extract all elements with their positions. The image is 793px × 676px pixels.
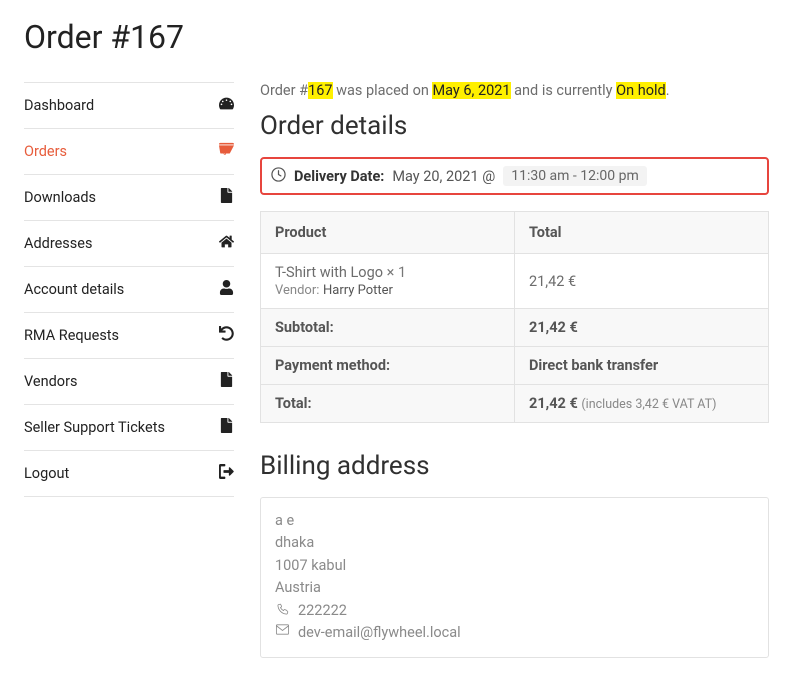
nav-label: Vendors — [24, 373, 77, 390]
billing-heading: Billing address — [260, 451, 769, 481]
nav-label: Addresses — [24, 235, 92, 252]
file-icon — [218, 372, 234, 391]
table-row: Payment method: Direct bank transfer — [261, 347, 769, 385]
table-row: Total: 21,42 € (includes 3,42 € VAT AT) — [261, 385, 769, 423]
nav-item-dashboard[interactable]: Dashboard — [24, 82, 234, 129]
cart-icon — [218, 142, 234, 161]
clock-icon — [271, 167, 286, 186]
nav-item-logout[interactable]: Logout — [24, 451, 234, 497]
billing-phone: 222222 — [298, 600, 347, 622]
billing-city: dhaka — [275, 532, 754, 554]
order-date-highlight: May 6, 2021 — [432, 82, 510, 99]
total-value: 21,42 € — [529, 395, 578, 412]
row-value: 21,42 € (includes 3,42 € VAT AT) — [515, 385, 769, 423]
billing-country: Austria — [275, 577, 754, 599]
file-icon — [218, 418, 234, 437]
phone-icon — [275, 600, 290, 622]
billing-email: dev-email@flywheel.local — [298, 622, 461, 644]
nav-item-account-details[interactable]: Account details — [24, 267, 234, 313]
status-text: was placed on — [333, 82, 433, 99]
nav-item-orders[interactable]: Orders — [24, 129, 234, 175]
row-value: Direct bank transfer — [515, 347, 769, 385]
billing-postal: 1007 kabul — [275, 555, 754, 577]
dashboard-icon — [218, 96, 234, 115]
col-product: Product — [261, 212, 515, 254]
logout-icon — [218, 464, 234, 483]
product-quantity: × 1 — [387, 264, 406, 281]
nav-label: Account details — [24, 281, 124, 298]
col-total: Total — [515, 212, 769, 254]
delivery-time: 11:30 am - 12:00 pm — [503, 166, 647, 186]
delivery-date-box: Delivery Date: May 20, 2021 @ 11:30 am -… — [260, 157, 769, 195]
vendor-name: Harry Potter — [323, 283, 393, 298]
row-label: Total: — [261, 385, 515, 423]
page-title: Order #167 — [24, 18, 769, 56]
account-nav: Dashboard Orders Downloads Addresses — [24, 82, 234, 658]
status-suffix: . — [666, 82, 670, 99]
delivery-label: Delivery Date: — [294, 168, 384, 185]
nav-label: Dashboard — [24, 97, 94, 114]
nav-label: Orders — [24, 143, 67, 160]
nav-label: Seller Support Tickets — [24, 419, 165, 436]
billing-address-box: a e dhaka 1007 kabul Austria 222222 dev-… — [260, 497, 769, 658]
vat-note: (includes 3,42 € VAT AT) — [581, 397, 716, 412]
user-icon — [218, 280, 234, 299]
home-icon — [218, 234, 234, 253]
nav-label: Downloads — [24, 189, 96, 206]
status-prefix: Order # — [260, 82, 308, 99]
nav-label: RMA Requests — [24, 327, 119, 344]
order-table: Product Total T-Shirt with Logo × 1 Vend… — [260, 211, 769, 423]
vendor-label: Vendor: — [275, 283, 319, 298]
nav-item-addresses[interactable]: Addresses — [24, 221, 234, 267]
nav-item-support-tickets[interactable]: Seller Support Tickets — [24, 405, 234, 451]
billing-name: a e — [275, 510, 754, 532]
delivery-date: May 20, 2021 @ — [392, 168, 495, 185]
row-value: 21,42 € — [515, 309, 769, 347]
row-label: Subtotal: — [261, 309, 515, 347]
nav-item-rma-requests[interactable]: RMA Requests — [24, 313, 234, 359]
status-text: and is currently — [511, 82, 617, 99]
row-label: Payment method: — [261, 347, 515, 385]
order-status-line: Order #167 was placed on May 6, 2021 and… — [260, 82, 769, 99]
table-row: T-Shirt with Logo × 1 Vendor: Harry Pott… — [261, 254, 769, 309]
order-status-highlight: On hold — [616, 82, 666, 99]
email-icon — [275, 622, 290, 644]
table-row: Subtotal: 21,42 € — [261, 309, 769, 347]
order-details-heading: Order details — [260, 111, 769, 141]
product-name: T-Shirt with Logo — [275, 264, 383, 281]
product-total: 21,42 € — [515, 254, 769, 309]
nav-label: Logout — [24, 465, 69, 482]
nav-item-downloads[interactable]: Downloads — [24, 175, 234, 221]
file-icon — [218, 188, 234, 207]
nav-item-vendors[interactable]: Vendors — [24, 359, 234, 405]
undo-icon — [218, 326, 234, 345]
order-number-highlight: 167 — [308, 82, 332, 99]
